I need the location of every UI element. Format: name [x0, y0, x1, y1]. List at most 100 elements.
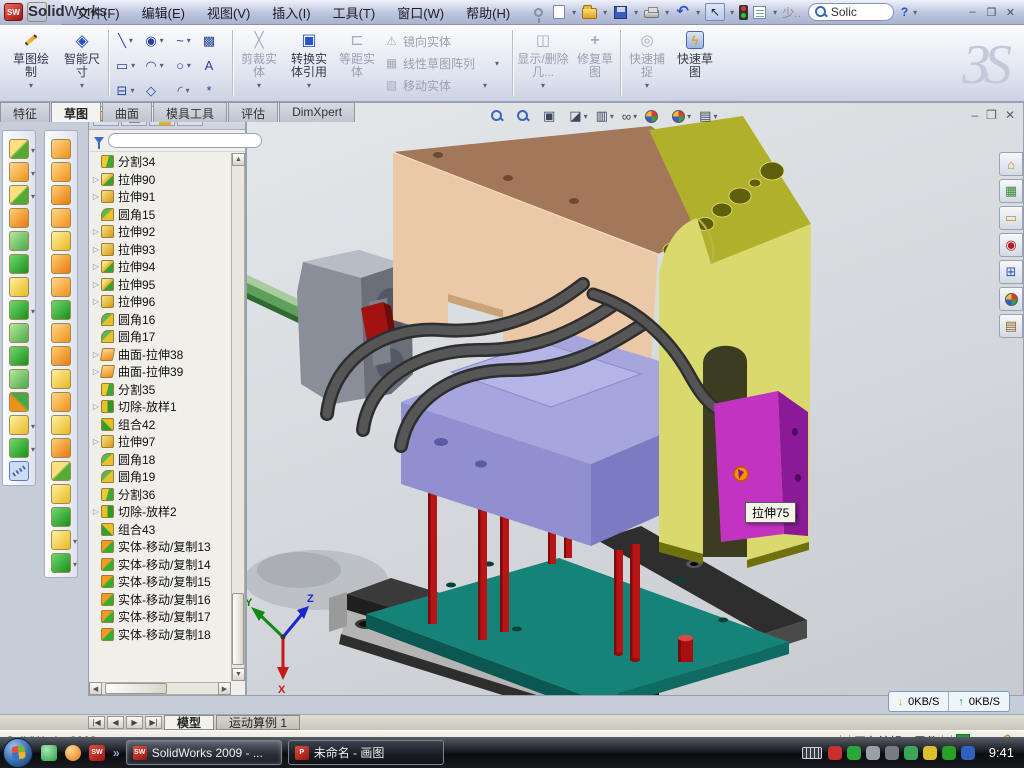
tree-item[interactable]: 拉伸94: [91, 258, 230, 276]
view-tool-button[interactable]: [645, 110, 666, 123]
surface-tool-icon[interactable]: [51, 507, 71, 527]
tree-item[interactable]: 拉伸97: [91, 433, 230, 451]
help-button[interactable]: ?: [901, 5, 908, 19]
expand-icon[interactable]: [91, 192, 101, 201]
scroll-up-button[interactable]: ▲: [232, 153, 245, 166]
view-tool-button[interactable]: ▤▾: [699, 108, 719, 124]
expand-icon[interactable]: [91, 437, 101, 446]
feature-tool-icon[interactable]: [9, 369, 29, 389]
offset-entities-button[interactable]: ⊏ 等距实体: [336, 28, 378, 98]
expand-icon[interactable]: [91, 297, 101, 306]
tree-item[interactable]: 实体-移动/复制16: [91, 591, 230, 609]
repair-sketch-button[interactable]: + 修复草图: [572, 28, 618, 98]
expand-icon[interactable]: [91, 227, 101, 236]
feature-tool-icon[interactable]: ▾: [9, 139, 29, 159]
command-tab[interactable]: 模具工具: [153, 102, 227, 122]
expand-icon[interactable]: [91, 402, 101, 411]
feature-tool-icon[interactable]: ▾: [9, 162, 29, 182]
tree-item[interactable]: 实体-移动/复制17: [91, 608, 230, 626]
tree-item[interactable]: 拉伸93: [91, 241, 230, 259]
tree-item[interactable]: 分割34: [91, 153, 230, 171]
select-button[interactable]: ↖: [705, 3, 725, 21]
tree-item[interactable]: 拉伸96: [91, 293, 230, 311]
view-tool-button[interactable]: ▣: [543, 108, 563, 124]
filter-input[interactable]: [108, 133, 262, 148]
view-tool-button[interactable]: ◪▾: [569, 108, 589, 124]
feature-tool-icon[interactable]: ▾: [9, 415, 29, 435]
doc-restore-button[interactable]: ❐: [986, 108, 997, 122]
tree-item[interactable]: 切除-放样1: [91, 398, 230, 416]
quicklaunch-app-icon[interactable]: [65, 745, 81, 761]
tray-icon[interactable]: [961, 746, 975, 760]
quicklaunch-messenger-icon[interactable]: [41, 745, 57, 761]
menu-item[interactable]: 视图(V): [197, 0, 260, 25]
tree-item[interactable]: 组合43: [91, 521, 230, 539]
tray-icon[interactable]: [828, 746, 842, 760]
convert-entities-button[interactable]: ▣ 转换实体引用 ▾: [284, 28, 334, 98]
tree-item[interactable]: 分割36: [91, 486, 230, 504]
open-button[interactable]: [581, 4, 598, 20]
trim-entities-button[interactable]: ╳ 剪裁实体 ▾: [236, 28, 282, 98]
toolbar-overflow[interactable]: 少..: [782, 4, 801, 21]
tree-item[interactable]: 拉伸92: [91, 223, 230, 241]
feature-tool-icon[interactable]: [9, 392, 29, 412]
tray-icon[interactable]: [847, 746, 861, 760]
feature-tool-icon[interactable]: [9, 323, 29, 343]
quicklaunch-solidworks-icon[interactable]: SW: [89, 745, 105, 761]
expand-icon[interactable]: [91, 280, 101, 289]
tree-item[interactable]: 圆角18: [91, 451, 230, 469]
view-tool-button[interactable]: [517, 110, 537, 122]
quicklaunch-chevron[interactable]: »: [113, 746, 120, 760]
expand-icon[interactable]: [91, 507, 101, 516]
expand-icon[interactable]: [91, 175, 101, 184]
view-tool-button[interactable]: [491, 110, 511, 122]
sketch-entity-button[interactable]: ╲▾: [112, 28, 141, 53]
sketch-entity-button[interactable]: ◇: [141, 78, 170, 103]
surface-tool-icon[interactable]: [51, 346, 71, 366]
feature-tool-icon[interactable]: [9, 231, 29, 251]
tree-item[interactable]: 圆角16: [91, 311, 230, 329]
sketch-entity-button[interactable]: ◉▾: [141, 28, 170, 53]
tab-model[interactable]: 模型: [164, 715, 214, 730]
feature-tool-icon[interactable]: ▾: [9, 300, 29, 320]
surface-tool-icon[interactable]: [51, 484, 71, 504]
expand-icon[interactable]: [91, 245, 101, 254]
feature-tool-icon[interactable]: [9, 254, 29, 274]
rapid-sketch-button[interactable]: ϟ 快速草图: [672, 28, 718, 98]
surface-tool-icon[interactable]: [51, 415, 71, 435]
move-entities-button[interactable]: ▧移动实体▾: [384, 74, 501, 96]
task-pane-button[interactable]: ⊞: [999, 260, 1023, 284]
tree-item[interactable]: 实体-移动/复制15: [91, 573, 230, 591]
surface-tool-icon[interactable]: [51, 139, 71, 159]
surface-tool-icon[interactable]: [51, 369, 71, 389]
graphics-area[interactable]: Y Z X ▣ ◪▾ ▥▾ ∞▾: [246, 102, 1024, 696]
taskbar-task-button[interactable]: P 未命名 - 画图: [288, 740, 444, 765]
feature-tool-icon[interactable]: ▾: [9, 438, 29, 458]
command-tab[interactable]: DimXpert: [279, 102, 355, 122]
task-pane-button[interactable]: [999, 287, 1023, 311]
view-tool-button[interactable]: ▾: [672, 110, 693, 123]
taskbar-task-button[interactable]: SW SolidWorks 2009 - ...: [126, 740, 282, 765]
doc-minimize-button[interactable]: –: [971, 108, 978, 122]
sketch-entity-button[interactable]: *: [199, 78, 228, 103]
command-tab[interactable]: 评估: [228, 102, 278, 122]
surface-tool-icon[interactable]: [51, 392, 71, 412]
command-tab[interactable]: 曲面: [102, 102, 152, 122]
tab-nav-button[interactable]: ▶: [126, 716, 143, 729]
surface-tool-icon[interactable]: ▾: [51, 553, 71, 573]
tree-item[interactable]: 组合42: [91, 416, 230, 434]
linear-pattern-button[interactable]: ▦线性草图阵列▾: [384, 52, 501, 74]
surface-tool-icon[interactable]: [51, 185, 71, 205]
surface-tool-icon[interactable]: [51, 208, 71, 228]
hscroll-thumb[interactable]: [105, 683, 167, 694]
tree-item[interactable]: 实体-移动/复制18: [91, 626, 230, 644]
tree-item[interactable]: 圆角15: [91, 206, 230, 224]
sketch-entity-button[interactable]: A: [199, 53, 228, 78]
sketch-entity-button[interactable]: ▭▾: [112, 53, 141, 78]
sketch-entity-button[interactable]: ⊟▾: [112, 78, 141, 103]
tree-item[interactable]: 圆角19: [91, 468, 230, 486]
tree-item[interactable]: 曲面-拉伸39: [91, 363, 230, 381]
expand-icon[interactable]: [91, 262, 101, 271]
surface-tool-icon[interactable]: [51, 323, 71, 343]
minimize-button[interactable]: –: [963, 4, 982, 21]
